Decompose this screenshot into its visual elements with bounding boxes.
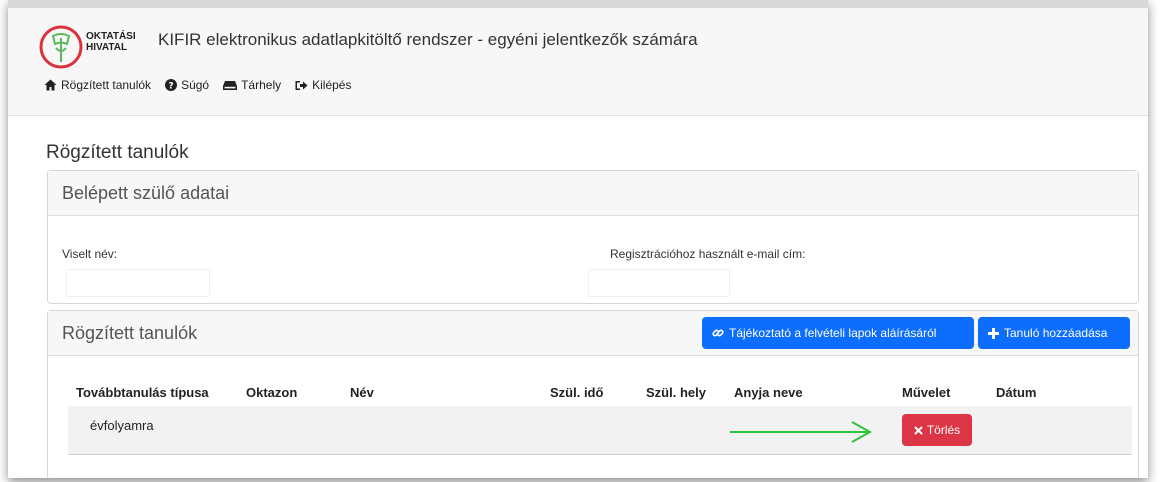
link-icon — [712, 329, 724, 337]
add-student-button[interactable]: Tanuló hozzáadása — [978, 317, 1130, 349]
nav-item-rogzitett-tanulok[interactable]: Rögzített tanulók — [44, 78, 151, 92]
nav-links: Rögzített tanulók ? Súgó Tárhely Kilépés — [44, 78, 351, 92]
page-title: Rögzített tanulók — [46, 142, 189, 163]
question-circle-icon: ? — [165, 79, 178, 92]
sign-out-icon — [295, 80, 308, 90]
column-header[interactable]: Továbbtanulás típusa — [76, 385, 209, 400]
browser-frame: OKTATÁSI HIVATAL KIFIR elektronikus adat… — [8, 0, 1148, 478]
students-card: Rögzített tanulók Tájékoztató a felvétel… — [47, 310, 1139, 478]
email-field[interactable] — [588, 269, 730, 297]
logo-line2: HIVATAL — [86, 42, 128, 53]
oktatasi-hivatal-logo[interactable] — [38, 24, 84, 70]
nav-label: Rögzített tanulók — [61, 78, 152, 92]
home-icon — [44, 79, 57, 91]
card-title: Rögzített tanulók — [62, 323, 198, 343]
nav-label: Tárhely — [241, 78, 282, 92]
top-navbar: OKTATÁSI HIVATAL KIFIR elektronikus adat… — [8, 8, 1148, 116]
card-title: Belépett szülő adatai — [62, 183, 230, 203]
signature-info-label: Tájékoztató a felvételi lapok aláírásáró… — [729, 326, 937, 340]
nav-label: Súgó — [181, 78, 210, 92]
nav-item-sugo[interactable]: ? Súgó — [165, 78, 209, 92]
parent-data-card: Belépett szülő adatai Viselt név: Regisz… — [47, 170, 1139, 304]
column-header[interactable]: Dátum — [996, 385, 1036, 400]
column-header[interactable]: Művelet — [902, 385, 950, 400]
name-label: Viselt név: — [62, 247, 118, 261]
logo-line1: OKTATÁSI — [86, 31, 136, 42]
column-header[interactable]: Név — [350, 385, 374, 400]
signature-info-button[interactable]: Tájékoztató a felvételi lapok aláírásáró… — [702, 317, 974, 349]
column-header[interactable]: Szül. idő — [550, 385, 603, 400]
column-header[interactable]: Anyja neve — [734, 385, 803, 400]
nav-item-tarhely[interactable]: Tárhely — [223, 78, 281, 92]
cell-type: évfolyamra — [90, 418, 154, 433]
logo-text: OKTATÁSI HIVATAL — [86, 31, 136, 53]
nav-item-kilepes[interactable]: Kilépés — [295, 78, 351, 92]
close-icon — [914, 425, 923, 435]
table-row: évfolyamra Törlés — [68, 406, 1132, 455]
table-header: Továbbtanulás típusa Oktazon Név Szül. i… — [48, 381, 1138, 405]
card-header: Belépett szülő adatai — [48, 171, 1138, 216]
green-arrow-annotation — [730, 421, 873, 443]
column-header[interactable]: Oktazon — [246, 385, 297, 400]
svg-text:?: ? — [168, 82, 173, 92]
card-header: Rögzített tanulók Tájékoztató a felvétel… — [48, 311, 1138, 356]
column-header[interactable]: Szül. hely — [646, 385, 706, 400]
delete-button[interactable]: Törlés — [902, 414, 972, 446]
drive-icon — [223, 80, 238, 90]
delete-label: Törlés — [926, 423, 961, 437]
name-field[interactable] — [66, 269, 210, 297]
add-student-label: Tanuló hozzáadása — [1004, 326, 1108, 340]
app-title: KIFIR elektronikus adatlapkitöltő rendsz… — [158, 30, 698, 49]
nav-label: Kilépés — [312, 78, 352, 92]
email-label: Regisztrációhoz használt e-mail cím: — [610, 247, 806, 261]
plus-icon — [988, 327, 999, 339]
